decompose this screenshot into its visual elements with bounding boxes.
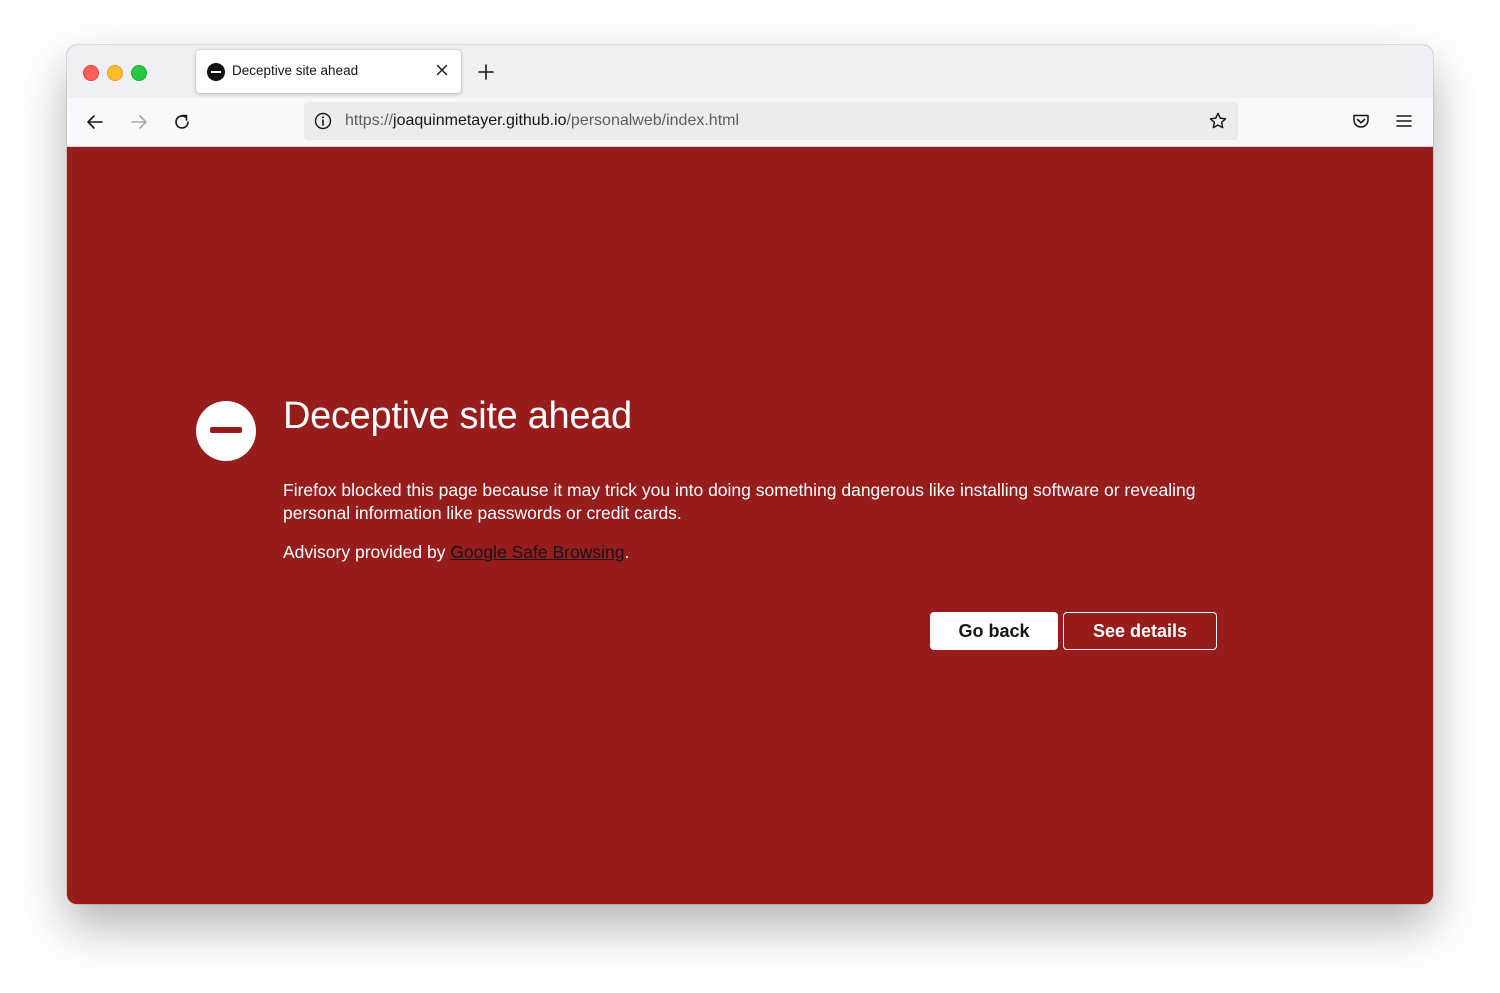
url-text[interactable]: https://joaquinmetayer.github.io/persona…	[345, 112, 739, 130]
tab-title: Deceptive site ahead	[232, 63, 359, 78]
advisory-suffix: .	[624, 542, 630, 562]
blocked-page: Deceptive site ahead Firefox blocked thi…	[67, 147, 1433, 904]
blocked-icon	[196, 401, 256, 461]
see-details-button[interactable]: See details	[1063, 612, 1217, 650]
reload-icon[interactable]	[172, 112, 192, 132]
url-host: joaquinmetayer.github.io	[393, 112, 567, 129]
url-scheme: https://	[345, 112, 394, 129]
close-icon[interactable]	[434, 62, 450, 78]
page-title: Deceptive site ahead	[283, 395, 632, 437]
warning-description: Firefox blocked this page because it may…	[283, 480, 1196, 523]
pocket-icon[interactable]	[1351, 111, 1371, 131]
star-icon[interactable]	[1208, 111, 1228, 131]
close-window-button[interactable]	[83, 65, 99, 81]
zoom-window-button[interactable]	[131, 65, 147, 81]
navigation-toolbar: https://joaquinmetayer.github.io/persona…	[67, 98, 1433, 147]
address-bar[interactable]: https://joaquinmetayer.github.io/persona…	[304, 102, 1238, 140]
tab-bar: Deceptive site ahead	[67, 45, 1433, 98]
tab-active[interactable]: Deceptive site ahead	[196, 50, 461, 93]
go-back-button[interactable]: Go back	[930, 612, 1058, 650]
new-tab-icon[interactable]	[477, 63, 495, 81]
forward-arrow-icon[interactable]	[129, 112, 149, 132]
url-path: /personalweb/index.html	[566, 112, 740, 129]
safe-browsing-link[interactable]: Google Safe Browsing	[450, 542, 624, 562]
advisory-text: Advisory provided by Google Safe Browsin…	[283, 542, 629, 563]
info-icon[interactable]	[313, 111, 333, 131]
minimize-window-button[interactable]	[107, 65, 123, 81]
advisory-prefix: Advisory provided by	[283, 542, 451, 562]
hamburger-menu-icon[interactable]	[1394, 111, 1414, 131]
back-arrow-icon[interactable]	[85, 112, 105, 132]
browser-window: Deceptive site ahead https://joaquinmeta…	[67, 45, 1433, 904]
blocked-icon	[207, 63, 225, 81]
